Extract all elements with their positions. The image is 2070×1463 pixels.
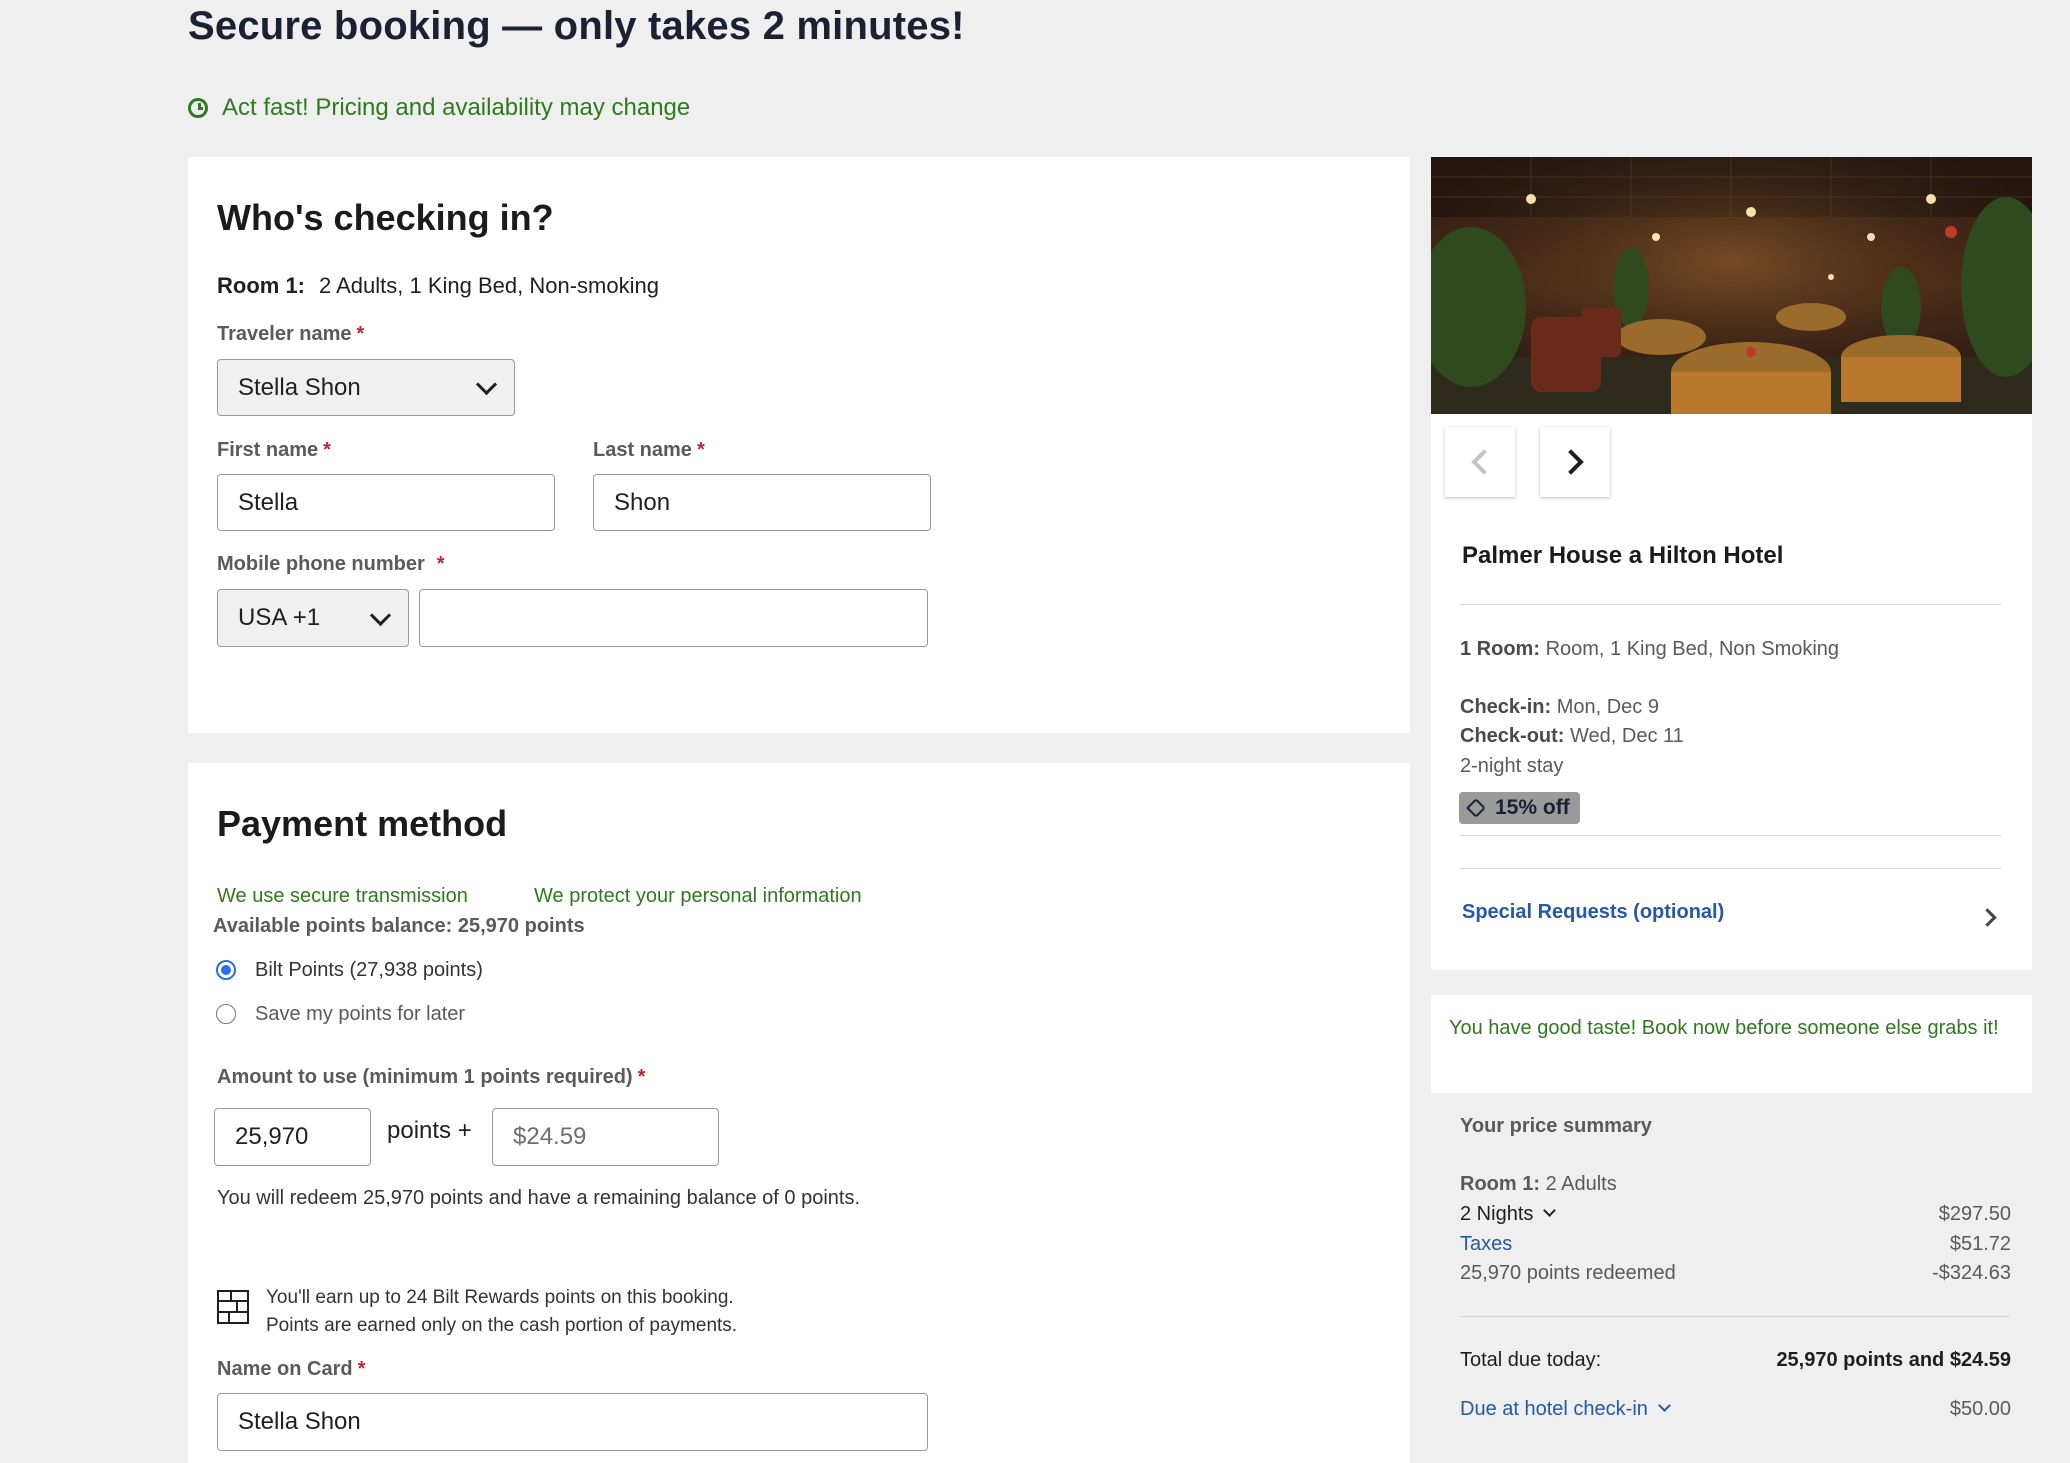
nights-value: $297.50 bbox=[1938, 1203, 2011, 1225]
due-value: $50.00 bbox=[1949, 1398, 2011, 1420]
checkout-info: Check-out: Wed, Dec 11 bbox=[1460, 725, 1684, 747]
next-photo-button[interactable] bbox=[1540, 427, 1610, 497]
prev-photo-button[interactable] bbox=[1445, 427, 1515, 497]
amount-label: Amount to use (minimum 1 points required… bbox=[217, 1066, 646, 1088]
divider bbox=[1460, 868, 2001, 869]
points-plus-label: points + bbox=[387, 1117, 472, 1144]
divider bbox=[1460, 604, 2001, 605]
discount-badge: 15% off bbox=[1459, 792, 1580, 824]
secure-transmission-note: We use secure transmission bbox=[217, 885, 468, 907]
points-redeemed-label: 25,970 points redeemed bbox=[1460, 1262, 1676, 1284]
tag-icon bbox=[1466, 798, 1486, 818]
due-at-hotel-toggle[interactable]: Due at hotel check-in bbox=[1460, 1398, 1671, 1421]
bilt-points-radio[interactable] bbox=[216, 960, 236, 980]
taxes-link[interactable]: Taxes bbox=[1460, 1233, 1512, 1256]
country-code-value: USA +1 bbox=[238, 604, 321, 631]
bilt-points-label[interactable]: Bilt Points (27,938 points) bbox=[255, 959, 483, 982]
total-label: Total due today: bbox=[1460, 1349, 1602, 1371]
chevron-double-down-icon bbox=[1658, 1399, 1671, 1412]
divider bbox=[1460, 835, 2001, 836]
price-summary: Your price summary Room 1: 2 Adults 2 Ni… bbox=[1431, 1093, 2032, 1453]
save-points-radio[interactable] bbox=[216, 1004, 236, 1024]
room-desc: 2 Adults, 1 King Bed, Non-smoking bbox=[319, 273, 659, 298]
hotel-photo bbox=[1431, 157, 2032, 414]
save-points-label[interactable]: Save my points for later bbox=[255, 1003, 465, 1026]
stay-length: 2-night stay bbox=[1460, 755, 1564, 777]
first-name-label: First name * bbox=[217, 439, 331, 461]
traveler-label: Traveler name * bbox=[217, 323, 365, 345]
divider bbox=[1460, 1316, 2010, 1317]
last-name-input[interactable]: Shon bbox=[593, 474, 931, 531]
summary-points-row: 25,970 points redeemed -$324.63 bbox=[1460, 1262, 2011, 1285]
page-title: Secure booking — only takes 2 minutes! bbox=[188, 4, 965, 48]
total-value: 25,970 points and $24.59 bbox=[1776, 1349, 2011, 1371]
hotel-summary-card: Palmer House a Hilton Hotel 1 Room: Room… bbox=[1431, 157, 2032, 970]
summary-room: Room 1: 2 Adults bbox=[1460, 1173, 1617, 1195]
room-info: 1 Room: Room, 1 King Bed, Non Smoking bbox=[1460, 638, 1840, 660]
chevron-down-icon bbox=[369, 604, 392, 626]
earn-rewards-note: You'll earn up to 24 Bilt Rewards points… bbox=[266, 1287, 738, 1336]
country-code-select[interactable]: USA +1 bbox=[217, 589, 409, 647]
chevron-right-icon bbox=[1558, 449, 1584, 475]
urgency-message: Act fast! Pricing and availability may c… bbox=[188, 94, 690, 122]
card-name-input[interactable]: Stella Shon bbox=[217, 1393, 928, 1451]
hotel-name: Palmer House a Hilton Hotel bbox=[1462, 542, 1784, 569]
last-name-label: Last name * bbox=[593, 439, 705, 461]
chevron-left-icon bbox=[1471, 449, 1497, 475]
points-amount-input[interactable]: 25,970 bbox=[214, 1108, 371, 1166]
summary-nights-row: 2 Nights $297.50 bbox=[1460, 1203, 2011, 1226]
clock-icon bbox=[188, 98, 208, 118]
special-requests-link[interactable]: Special Requests (optional) bbox=[1462, 901, 1724, 924]
card-name-label: Name on Card * bbox=[217, 1358, 366, 1380]
summary-total-row: Total due today: 25,970 points and $24.5… bbox=[1460, 1349, 2011, 1372]
phone-label: Mobile phone number * bbox=[217, 553, 445, 575]
first-name-input[interactable]: Stella bbox=[217, 474, 555, 531]
protect-info-note: We protect your personal information bbox=[534, 885, 862, 907]
points-redeemed-value: -$324.63 bbox=[1932, 1262, 2011, 1284]
points-balance: Available points balance: 25,970 points bbox=[213, 915, 585, 937]
payment-card: Payment method We use secure transmissio… bbox=[188, 763, 1410, 1463]
summary-taxes-row: Taxes $51.72 bbox=[1460, 1233, 2011, 1256]
checkin-card: Who's checking in? Room 1: 2 Adults, 1 Ki… bbox=[188, 157, 1410, 733]
checkin-info: Check-in: Mon, Dec 9 bbox=[1460, 696, 1659, 718]
good-taste-message: You have good taste! Book now before som… bbox=[1431, 995, 2032, 1093]
room-summary: Room 1: 2 Adults, 1 King Bed, Non-smoking bbox=[217, 273, 659, 299]
traveler-select[interactable]: Stella Shon bbox=[217, 359, 515, 416]
traveler-value: Stella Shon bbox=[238, 373, 361, 401]
phone-input[interactable] bbox=[419, 589, 928, 647]
chevron-double-down-icon bbox=[1543, 1204, 1557, 1217]
redeem-note: You will redeem 25,970 points and have a… bbox=[217, 1187, 861, 1209]
chevron-down-icon bbox=[475, 373, 498, 396]
nights-toggle[interactable]: 2 Nights bbox=[1460, 1203, 1557, 1226]
room-label: Room 1: bbox=[217, 273, 305, 298]
bilt-logo-icon bbox=[217, 1290, 249, 1324]
cash-amount-input[interactable]: $24.59 bbox=[492, 1108, 719, 1166]
taxes-value: $51.72 bbox=[1949, 1233, 2011, 1255]
summary-heading: Your price summary bbox=[1460, 1115, 1652, 1137]
checkin-heading: Who's checking in? bbox=[217, 197, 554, 238]
summary-due-row: Due at hotel check-in $50.00 bbox=[1460, 1398, 2011, 1421]
payment-heading: Payment method bbox=[217, 803, 508, 844]
urgency-text: Act fast! Pricing and availability may c… bbox=[222, 94, 691, 121]
chevron-right-icon[interactable] bbox=[1978, 908, 1997, 927]
